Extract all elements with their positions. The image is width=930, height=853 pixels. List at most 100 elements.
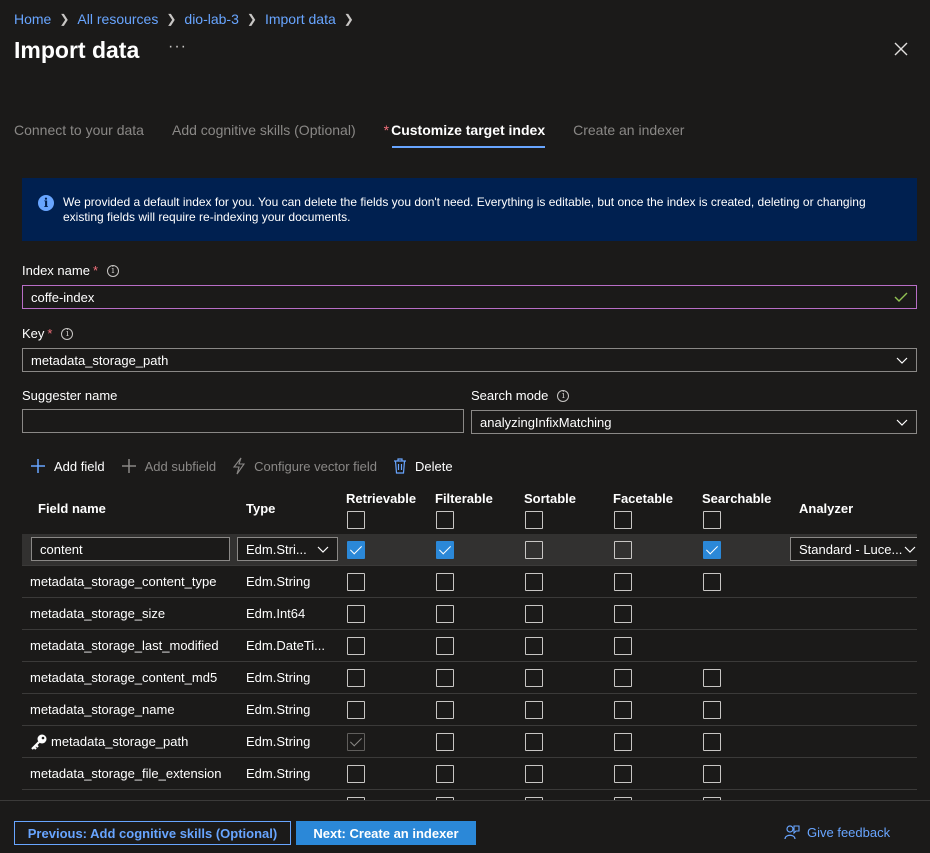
tab-add-cognitive-skills[interactable]: Add cognitive skills (Optional) — [172, 122, 356, 146]
sortable-checkbox[interactable] — [525, 669, 543, 687]
sortable-checkbox[interactable] — [525, 605, 543, 623]
chevron-down-icon — [317, 546, 329, 553]
info-banner: i We provided a default index for you. Y… — [22, 178, 917, 241]
retrievable-checkbox[interactable] — [347, 637, 365, 655]
button-label: Add subfield — [144, 458, 217, 474]
filterable-checkbox[interactable] — [436, 605, 454, 623]
searchable-checkbox[interactable] — [703, 765, 721, 783]
label-text: Suggester name — [22, 388, 118, 403]
select-all-facetable-checkbox[interactable] — [614, 511, 632, 529]
sortable-checkbox[interactable] — [525, 541, 543, 559]
filterable-checkbox[interactable] — [436, 765, 454, 783]
retrievable-checkbox[interactable] — [347, 605, 365, 623]
sortable-checkbox[interactable] — [525, 733, 543, 751]
facetable-checkbox[interactable] — [614, 605, 632, 623]
retrievable-checkbox[interactable] — [347, 541, 365, 559]
field-name-input[interactable]: content — [31, 537, 230, 561]
table-row[interactable]: metadata_storage_name Edm.String — [22, 694, 917, 726]
next-button[interactable]: Next: Create an indexer — [296, 821, 476, 845]
field-type: Edm.String — [246, 766, 311, 781]
field-type: Edm.String — [246, 702, 311, 717]
facetable-checkbox[interactable] — [614, 541, 632, 559]
previous-button[interactable]: Previous: Add cognitive skills (Optional… — [14, 821, 291, 845]
key-icon — [31, 734, 47, 750]
fields-toolbar: Add field Add subfield Configure vector … — [30, 457, 469, 475]
close-icon[interactable] — [892, 40, 910, 58]
filterable-checkbox[interactable] — [436, 733, 454, 751]
tab-create-indexer[interactable]: Create an indexer — [573, 122, 684, 146]
filterable-checkbox[interactable] — [436, 669, 454, 687]
breadcrumb-import-data[interactable]: Import data — [265, 11, 336, 27]
index-name-input[interactable]: coffe-index — [22, 285, 917, 309]
table-row[interactable]: metadata_storage_path Edm.String — [22, 726, 917, 758]
table-row[interactable]: metadata_storage_content_type Edm.String — [22, 566, 917, 598]
required-asterisk: * — [92, 263, 98, 278]
table-row[interactable]: metadata_storage_last_modified Edm.DateT… — [22, 630, 917, 662]
sortable-checkbox[interactable] — [525, 701, 543, 719]
required-asterisk: * — [383, 122, 390, 138]
type-dropdown[interactable]: Edm.Stri... — [237, 537, 338, 561]
tab-connect-to-data[interactable]: Connect to your data — [14, 122, 144, 146]
breadcrumb-home[interactable]: Home — [14, 11, 51, 27]
table-row[interactable]: metadata_storage_file_extension Edm.Stri… — [22, 758, 917, 790]
info-icon[interactable]: i — [557, 389, 570, 402]
searchable-checkbox[interactable] — [703, 573, 721, 591]
facetable-checkbox[interactable] — [614, 733, 632, 751]
more-options-button[interactable]: ··· — [168, 38, 187, 56]
analyzer-dropdown[interactable]: Standard - Luce... — [790, 537, 917, 561]
filterable-checkbox[interactable] — [436, 573, 454, 591]
chevron-right-icon: ❯ — [246, 12, 257, 26]
select-all-sortable-checkbox[interactable] — [525, 511, 543, 529]
searchable-checkbox[interactable] — [703, 701, 721, 719]
sortable-checkbox[interactable] — [525, 573, 543, 591]
header-filterable: Filterable — [435, 491, 493, 506]
facetable-checkbox[interactable] — [614, 637, 632, 655]
dropdown-value: metadata_storage_path — [31, 352, 169, 368]
table-row[interactable]: metadata_storage_size Edm.Int64 — [22, 598, 917, 630]
facetable-checkbox[interactable] — [614, 669, 632, 687]
field-name: metadata_storage_content_md5 — [30, 670, 218, 685]
key-dropdown[interactable]: metadata_storage_path — [22, 348, 917, 372]
retrievable-checkbox[interactable] — [347, 701, 365, 719]
chevron-right-icon: ❯ — [59, 12, 70, 26]
checkmark-icon — [894, 292, 908, 302]
add-subfield-button[interactable]: Add subfield — [121, 458, 217, 474]
retrievable-checkbox[interactable] — [347, 669, 365, 687]
trash-icon — [394, 458, 406, 474]
select-all-searchable-checkbox[interactable] — [703, 511, 721, 529]
searchable-checkbox[interactable] — [703, 669, 721, 687]
suggester-name-input[interactable] — [22, 409, 464, 433]
link-label: Give feedback — [807, 824, 891, 840]
delete-button[interactable]: Delete — [393, 458, 453, 474]
sortable-checkbox[interactable] — [525, 637, 543, 655]
facetable-checkbox[interactable] — [614, 573, 632, 591]
filterable-checkbox[interactable] — [436, 701, 454, 719]
select-all-filterable-checkbox[interactable] — [436, 511, 454, 529]
info-icon[interactable]: i — [61, 327, 74, 340]
label-text: Index name — [22, 263, 90, 278]
breadcrumb-all-resources[interactable]: All resources — [77, 11, 158, 27]
table-row[interactable]: metadata_storage_content_md5 Edm.String — [22, 662, 917, 694]
info-icon[interactable]: i — [107, 264, 119, 277]
select-all-retrievable-checkbox[interactable] — [347, 511, 365, 529]
retrievable-checkbox[interactable] — [347, 573, 365, 591]
field-name: metadata_storage_path — [51, 734, 189, 749]
configure-vector-field-button[interactable]: Configure vector field — [232, 457, 377, 475]
filterable-checkbox[interactable] — [436, 637, 454, 655]
filterable-checkbox[interactable] — [436, 541, 454, 559]
facetable-checkbox[interactable] — [614, 765, 632, 783]
facetable-checkbox[interactable] — [614, 701, 632, 719]
search-mode-dropdown[interactable]: analyzingInfixMatching — [471, 410, 917, 434]
retrievable-checkbox[interactable] — [347, 765, 365, 783]
sortable-checkbox[interactable] — [525, 765, 543, 783]
searchable-checkbox[interactable] — [703, 733, 721, 751]
table-row[interactable] — [22, 790, 917, 800]
add-field-button[interactable]: Add field — [30, 458, 105, 474]
breadcrumb-dio-lab-3[interactable]: dio-lab-3 — [184, 11, 238, 27]
searchable-checkbox[interactable] — [703, 541, 721, 559]
suggester-label: Suggester name — [22, 388, 117, 403]
page-title: Import data — [14, 37, 140, 63]
table-row[interactable]: content Edm.Stri... Standard - Luce... — [22, 534, 917, 566]
tab-customize-target-index[interactable]: * Customize target index — [383, 122, 546, 148]
give-feedback-link[interactable]: Give feedback — [784, 824, 890, 840]
